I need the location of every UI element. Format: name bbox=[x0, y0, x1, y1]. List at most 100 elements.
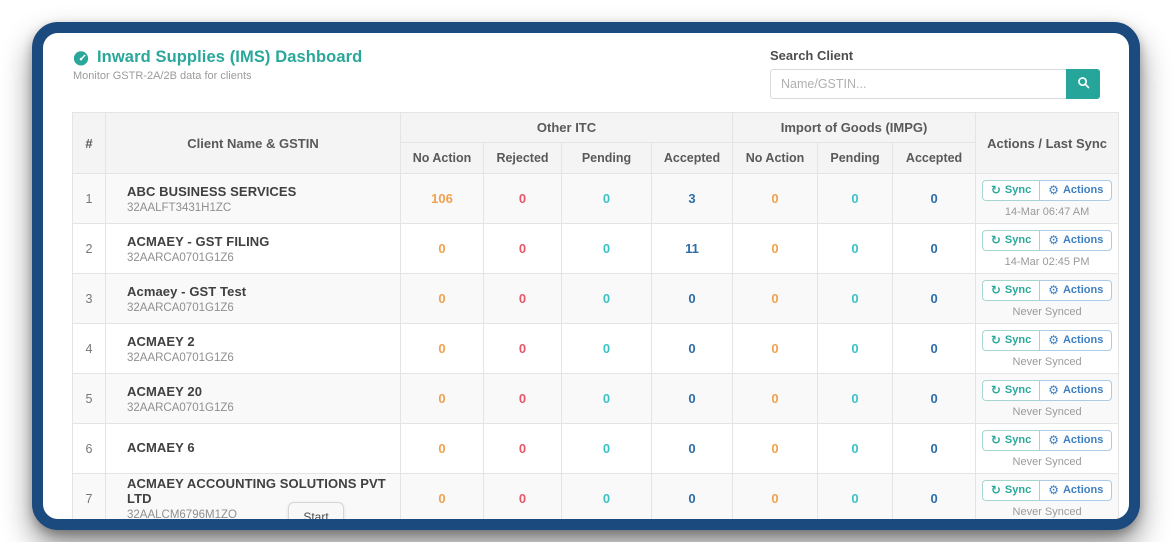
canvas: Inward Supplies (IMS) Dashboard Monitor … bbox=[0, 0, 1172, 542]
cogs-icon: ⚙ bbox=[1048, 384, 1059, 396]
cogs-icon: ⚙ bbox=[1048, 284, 1059, 296]
client-cell: ACMAEY - GST FILING 32AARCA0701G1Z6 bbox=[106, 224, 401, 274]
impg-no-action-value: 0 bbox=[733, 424, 818, 474]
impg-accepted-value: 0 bbox=[893, 174, 976, 224]
actions-button[interactable]: ⚙Actions bbox=[1039, 230, 1112, 251]
sync-button[interactable]: ↻ Sync bbox=[982, 380, 1039, 401]
actions-button-label: Actions bbox=[1063, 234, 1103, 246]
actions-button-label: Actions bbox=[1063, 284, 1103, 296]
clients-table: # Client Name & GSTIN Other ITC Import o… bbox=[72, 112, 1119, 524]
search-client-label: Search Client bbox=[770, 48, 1100, 63]
client-cell: ABC BUSINESS SERVICES 32AALFT3431H1ZC bbox=[106, 174, 401, 224]
refresh-icon: ↻ bbox=[991, 384, 1001, 396]
impg-accepted-value: 0 bbox=[893, 474, 976, 524]
impg-accepted-value: 0 bbox=[893, 424, 976, 474]
other-itc-accepted-value: 0 bbox=[652, 374, 733, 424]
refresh-icon: ↻ bbox=[991, 434, 1001, 446]
client-name: ACMAEY 20 bbox=[127, 384, 400, 399]
last-sync-text: 14-Mar 02:45 PM bbox=[976, 256, 1118, 268]
sync-button[interactable]: ↻Sync bbox=[982, 330, 1039, 351]
row-index: 1 bbox=[73, 174, 106, 224]
impg-no-action-value: 0 bbox=[733, 174, 818, 224]
other-itc-no-action-value: 106 bbox=[401, 174, 484, 224]
sync-button-label: Sync bbox=[1005, 384, 1031, 396]
actions-button-label: Actions bbox=[1063, 334, 1103, 346]
row-index: 6 bbox=[73, 424, 106, 474]
header-group-impg: Import of Goods (IMPG) bbox=[733, 113, 976, 143]
table-row: 5 ACMAEY 20 32AARCA0701G1Z6 0 0 0 0 0 0 … bbox=[73, 374, 1119, 424]
client-gstin: 32AARCA0701G1Z6 bbox=[127, 302, 400, 314]
sync-button[interactable]: ↻ Sync bbox=[982, 230, 1039, 251]
sync-button[interactable]: ↻Sync bbox=[982, 480, 1039, 501]
row-index: 3 bbox=[73, 274, 106, 324]
sync-button[interactable]: ↻Sync bbox=[982, 180, 1039, 201]
sync-button-label: Sync bbox=[1005, 284, 1031, 296]
actions-cell: ↻Sync ⚙Actions 14-Mar 06:47 AM bbox=[976, 174, 1119, 224]
other-itc-no-action-value: 0 bbox=[401, 224, 484, 274]
impg-pending-value: 0 bbox=[818, 274, 893, 324]
header-index: # bbox=[73, 113, 106, 174]
actions-button[interactable]: ⚙ Actions bbox=[1039, 280, 1112, 301]
title-block: Inward Supplies (IMS) Dashboard Monitor … bbox=[72, 48, 362, 82]
client-cell: ACMAEY ACCOUNTING SOLUTIONS PVT LTD 32AA… bbox=[106, 474, 401, 524]
client-name: ACMAEY 2 bbox=[127, 334, 400, 349]
impg-no-action-value: 0 bbox=[733, 374, 818, 424]
table-row: 6 ACMAEY 6 0 0 0 0 0 0 0 ↻Sync ⚙Actions bbox=[73, 424, 1119, 474]
client-cell: ACMAEY 6 bbox=[106, 424, 401, 474]
impg-accepted-value: 0 bbox=[893, 224, 976, 274]
actions-cell: ↻Sync ⚙ Actions Never Synced bbox=[976, 474, 1119, 524]
other-itc-pending-value: 0 bbox=[562, 474, 652, 524]
client-gstin: 32AALFT3431H1ZC bbox=[127, 202, 400, 214]
other-itc-no-action-value: 0 bbox=[401, 374, 484, 424]
client-gstin: 32AALCM6796M1ZO bbox=[127, 509, 400, 521]
page-subtitle: Monitor GSTR-2A/2B data for clients bbox=[73, 70, 362, 82]
other-itc-pending-value: 0 bbox=[562, 174, 652, 224]
actions-button-label: Actions bbox=[1063, 434, 1103, 446]
search-input[interactable] bbox=[770, 69, 1066, 99]
actions-cell: ↻Sync ⚙Actions Never Synced bbox=[976, 374, 1119, 424]
impg-pending-value: 0 bbox=[818, 374, 893, 424]
table-row: 4 ACMAEY 2 32AARCA0701G1Z6 0 0 0 0 0 0 0… bbox=[73, 324, 1119, 374]
cogs-icon: ⚙ bbox=[1048, 484, 1059, 496]
other-itc-rejected-value: 0 bbox=[484, 474, 562, 524]
other-itc-rejected-value: 0 bbox=[484, 324, 562, 374]
other-itc-accepted-value: 3 bbox=[652, 174, 733, 224]
start-tooltip[interactable]: Start bbox=[288, 502, 344, 530]
impg-pending-value: 0 bbox=[818, 174, 893, 224]
sync-button[interactable]: ↻Sync bbox=[982, 280, 1039, 301]
header-other-itc-accepted: Accepted bbox=[652, 143, 733, 174]
actions-button[interactable]: ⚙Actions bbox=[1039, 380, 1112, 401]
other-itc-rejected-value: 0 bbox=[484, 374, 562, 424]
page-title: Inward Supplies (IMS) Dashboard bbox=[97, 48, 362, 67]
table-row: 3 Acmaey - GST Test 32AARCA0701G1Z6 0 0 … bbox=[73, 274, 1119, 324]
header-other-itc-no-action: No Action bbox=[401, 143, 484, 174]
refresh-icon: ↻ bbox=[991, 334, 1001, 346]
refresh-icon: ↻ bbox=[991, 234, 1001, 246]
refresh-icon: ↻ bbox=[991, 484, 1001, 496]
actions-button[interactable]: ⚙Actions bbox=[1039, 180, 1112, 201]
other-itc-pending-value: 0 bbox=[562, 274, 652, 324]
last-sync-text: Never Synced bbox=[976, 506, 1118, 518]
client-name: ABC BUSINESS SERVICES bbox=[127, 184, 400, 199]
actions-button-label: Actions bbox=[1063, 484, 1103, 496]
row-index: 5 bbox=[73, 374, 106, 424]
search-button[interactable] bbox=[1066, 69, 1100, 99]
actions-cell: ↻ Sync ⚙Actions 14-Mar 02:45 PM bbox=[976, 224, 1119, 274]
sync-button[interactable]: ↻Sync bbox=[982, 430, 1039, 451]
actions-button[interactable]: ⚙Actions bbox=[1039, 330, 1112, 351]
actions-button[interactable]: ⚙ Actions bbox=[1039, 480, 1112, 501]
cogs-icon: ⚙ bbox=[1048, 184, 1059, 196]
other-itc-no-action-value: 0 bbox=[401, 424, 484, 474]
actions-cell: ↻Sync ⚙Actions Never Synced bbox=[976, 274, 1119, 324]
last-sync-text: Never Synced bbox=[976, 456, 1118, 468]
actions-button[interactable]: ⚙Actions bbox=[1039, 430, 1112, 451]
row-index: 4 bbox=[73, 324, 106, 374]
client-gstin: 32AARCA0701G1Z6 bbox=[127, 252, 400, 264]
header-actions-last-sync: Actions / Last Sync bbox=[976, 113, 1119, 174]
header-impg-pending: Pending bbox=[818, 143, 893, 174]
app-window: Inward Supplies (IMS) Dashboard Monitor … bbox=[32, 22, 1140, 530]
sync-button-label: Sync bbox=[1005, 234, 1031, 246]
impg-pending-value: 0 bbox=[818, 474, 893, 524]
impg-pending-value: 0 bbox=[818, 224, 893, 274]
header-impg-accepted: Accepted bbox=[893, 143, 976, 174]
